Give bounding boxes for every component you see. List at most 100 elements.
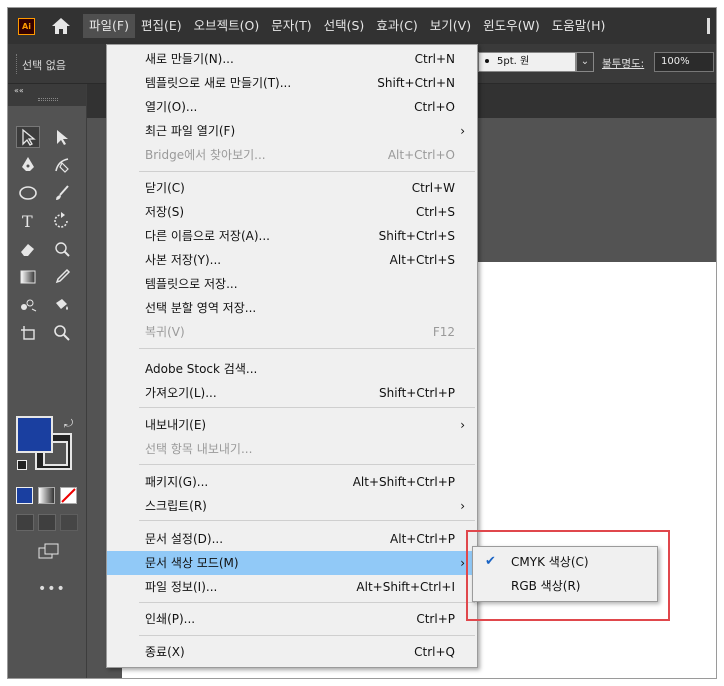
rotate-tool-icon[interactable] xyxy=(50,210,74,232)
menu-item-shortcut: Ctrl+W xyxy=(411,181,455,195)
menu-select[interactable]: 선택(S) xyxy=(318,14,371,38)
menu-item-print[interactable]: 인쇄(P)... Ctrl+P xyxy=(107,607,477,631)
default-fill-stroke-icon[interactable] xyxy=(17,460,27,470)
draw-behind-icon[interactable] xyxy=(38,514,56,531)
menu-object[interactable]: 오브젝트(O) xyxy=(188,14,266,38)
menu-item-place[interactable]: 가져오기(L)... Shift+Ctrl+P xyxy=(107,381,477,405)
draw-inside-icon[interactable] xyxy=(60,514,78,531)
menu-item-revert[interactable]: 복귀(V) F12 xyxy=(107,320,477,344)
home-icon[interactable] xyxy=(51,17,71,35)
illustrator-logo: Ai xyxy=(18,17,35,35)
puppet-warp-tool-icon[interactable] xyxy=(50,238,74,260)
eraser-tool-icon[interactable] xyxy=(16,238,40,260)
stroke-profile-dropdown[interactable]: 5pt. 원 xyxy=(478,52,576,72)
menu-item-label: 문서 설정(D)... xyxy=(145,532,224,546)
menu-item-label: 최근 파일 열기(F) xyxy=(145,124,236,138)
menu-item-shortcut: Ctrl+Q xyxy=(414,645,455,659)
menu-item-close[interactable]: 닫기(C) Ctrl+W xyxy=(107,176,477,200)
menu-item-label: 저장(S) xyxy=(145,205,185,219)
menu-item-browse-in-bridge[interactable]: Bridge에서 찾아보기... Alt+Ctrl+O xyxy=(107,143,477,167)
menu-item-shortcut: Ctrl+N xyxy=(414,52,455,66)
menu-item-label: 선택 분할 영역 저장... xyxy=(145,301,257,315)
menu-item-file-info[interactable]: 파일 정보(I)... Alt+Shift+Ctrl+I xyxy=(107,575,477,599)
menu-item-save-as[interactable]: 다른 이름으로 저장(A)... Shift+Ctrl+S xyxy=(107,224,477,248)
menu-edit[interactable]: 편집(E) xyxy=(135,14,188,38)
menu-item-save-as-template[interactable]: 템플릿으로 저장... xyxy=(107,272,477,296)
menu-bar: Ai 파일(F) 편집(E) 오브젝트(O) 문자(T) 선택(S) 효과(C)… xyxy=(8,8,716,44)
gradient-tool-icon[interactable] xyxy=(16,266,40,288)
draw-normal-icon[interactable] xyxy=(16,514,34,531)
ellipse-tool-icon[interactable] xyxy=(16,182,40,204)
direct-selection-tool-icon[interactable] xyxy=(50,126,74,148)
fill-color-swatch[interactable] xyxy=(16,416,53,453)
screen-mode-icon[interactable] xyxy=(38,543,60,559)
paintbrush-tool-icon[interactable] xyxy=(50,182,74,204)
illustrator-window: Ai 파일(F) 편집(E) 오브젝트(O) 문자(T) 선택(S) 효과(C)… xyxy=(7,7,717,679)
menu-item-scripts[interactable]: 스크립트(R) › xyxy=(107,494,477,518)
menu-separator xyxy=(139,520,475,521)
menu-item-exit[interactable]: 종료(X) Ctrl+Q xyxy=(107,640,477,664)
gradient-mode-icon[interactable] xyxy=(38,487,55,504)
zoom-tool-icon[interactable] xyxy=(50,322,74,344)
menu-item-label: 종료(X) xyxy=(145,645,185,659)
menu-item-export[interactable]: 내보내기(E) › xyxy=(107,413,477,437)
none-mode-icon[interactable] xyxy=(60,487,77,504)
swap-fill-stroke-icon[interactable]: ⤾ xyxy=(64,417,73,431)
menu-separator xyxy=(139,464,475,465)
control-bar-grip xyxy=(16,54,17,74)
menu-effect[interactable]: 효과(C) xyxy=(370,14,423,38)
edit-toolbar-icon[interactable]: ••• xyxy=(38,581,66,597)
selection-tool-icon[interactable] xyxy=(16,126,40,148)
live-paint-bucket-icon[interactable] xyxy=(50,294,74,316)
menu-item-export-selection[interactable]: 선택 항목 내보내기... xyxy=(107,437,477,461)
menu-separator xyxy=(139,635,475,636)
svg-text:T: T xyxy=(22,212,33,231)
menu-item-shortcut: Alt+Shift+Ctrl+I xyxy=(356,580,455,594)
type-tool-icon[interactable]: T xyxy=(16,210,40,232)
menu-item-new[interactable]: 새로 만들기(N)... Ctrl+N xyxy=(107,47,477,71)
menu-item-save-copy[interactable]: 사본 저장(Y)... Alt+Ctrl+S xyxy=(107,248,477,272)
chevron-down-icon[interactable]: ⌄ xyxy=(576,52,594,72)
menu-item-label: 다른 이름으로 저장(A)... xyxy=(145,229,270,243)
menu-item-shortcut: Alt+Ctrl+P xyxy=(390,532,455,546)
menu-item-label: 선택 항목 내보내기... xyxy=(145,442,253,456)
collapse-icon[interactable]: «« xyxy=(14,86,24,95)
curvature-tool-icon[interactable] xyxy=(50,154,74,176)
menu-file[interactable]: 파일(F) xyxy=(83,14,135,38)
menu-type[interactable]: 문자(T) xyxy=(265,14,317,38)
menu-item-new-from-template[interactable]: 템플릿으로 새로 만들기(T)... Shift+Ctrl+N xyxy=(107,71,477,95)
tools-panel: «« T ⤾ ••• xyxy=(8,84,87,678)
menu-window[interactable]: 윈도우(W) xyxy=(477,14,546,38)
menu-item-package[interactable]: 패키지(G)... Alt+Shift+Ctrl+P xyxy=(107,470,477,494)
menu-item-open[interactable]: 열기(O)... Ctrl+O xyxy=(107,95,477,119)
menu-item-save-selected-slices[interactable]: 선택 분할 영역 저장... xyxy=(107,296,477,320)
pen-tool-icon[interactable] xyxy=(16,154,40,176)
artboard-tool-icon[interactable] xyxy=(16,322,40,344)
menu-item-label: 인쇄(P)... xyxy=(145,612,196,626)
menu-item-search-adobe-stock[interactable]: Adobe Stock 검색... xyxy=(107,357,477,381)
workspace-switcher-icon[interactable] xyxy=(707,18,710,34)
menu-item-label: 내보내기(E) xyxy=(145,418,207,432)
color-mode-icon[interactable] xyxy=(16,487,33,504)
eyedropper-tool-icon[interactable] xyxy=(50,266,74,288)
opacity-input[interactable]: 100% xyxy=(654,52,714,72)
menu-item-label: 새로 만들기(N)... xyxy=(145,52,234,66)
menu-item-label: 사본 저장(Y)... xyxy=(145,253,222,267)
grip-icon[interactable] xyxy=(38,98,58,101)
menu-item-shortcut: F12 xyxy=(432,325,455,339)
chevron-right-icon: › xyxy=(460,418,465,432)
menu-item-label: Adobe Stock 검색... xyxy=(145,362,258,376)
menu-item-open-recent[interactable]: 최근 파일 열기(F) › xyxy=(107,119,477,143)
menu-view[interactable]: 보기(V) xyxy=(424,14,477,38)
blend-tool-icon[interactable] xyxy=(16,294,40,316)
menu-item-label: 열기(O)... xyxy=(145,100,198,114)
menu-item-shortcut: Shift+Ctrl+P xyxy=(379,386,455,400)
brush-dot-icon xyxy=(485,59,489,63)
menu-help[interactable]: 도움말(H) xyxy=(546,14,612,38)
menu-item-shortcut: Ctrl+P xyxy=(416,612,455,626)
opacity-label[interactable]: 불투명도: xyxy=(602,56,644,71)
menu-item-document-color-mode[interactable]: 문서 색상 모드(M) › xyxy=(107,551,477,575)
menu-item-save[interactable]: 저장(S) Ctrl+S xyxy=(107,200,477,224)
menu-item-label: 닫기(C) xyxy=(145,181,185,195)
menu-item-document-setup[interactable]: 문서 설정(D)... Alt+Ctrl+P xyxy=(107,527,477,551)
